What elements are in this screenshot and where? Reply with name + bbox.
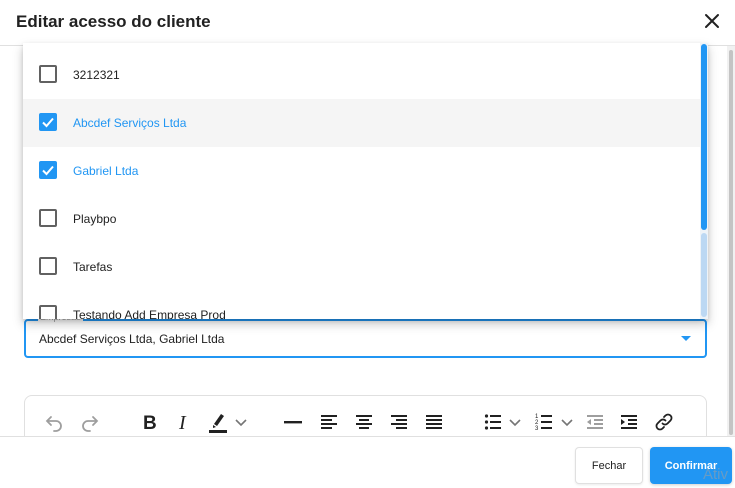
italic-icon[interactable]: I bbox=[172, 411, 194, 433]
bold-icon[interactable]: B bbox=[138, 411, 160, 433]
horizontal-rule-icon[interactable] bbox=[282, 411, 304, 433]
align-left-button[interactable] bbox=[317, 410, 341, 434]
dialog-scrollbar[interactable] bbox=[727, 46, 735, 436]
link-icon[interactable] bbox=[653, 411, 675, 433]
companies-select[interactable]: Abcdef Serviços Ltda, Gabriel Ltda bbox=[24, 319, 707, 358]
list-item[interactable]: Testando Add Empresa Prod bbox=[23, 291, 700, 319]
option-label: 3212321 bbox=[73, 68, 120, 82]
undo-icon[interactable] bbox=[43, 411, 65, 433]
option-label: Gabriel Ltda bbox=[73, 164, 139, 178]
align-right-button[interactable] bbox=[387, 410, 411, 434]
list-item[interactable]: 3212321 bbox=[23, 51, 700, 99]
option-label: Playbpo bbox=[73, 212, 117, 226]
align-center-icon[interactable] bbox=[354, 412, 374, 432]
redo-button[interactable] bbox=[77, 410, 103, 434]
indent-button[interactable] bbox=[617, 410, 641, 434]
close-button[interactable] bbox=[701, 10, 723, 32]
list-item[interactable]: Gabriel Ltda bbox=[23, 147, 700, 195]
dialog-scrollbar-thumb[interactable] bbox=[729, 50, 733, 435]
check-icon bbox=[42, 165, 54, 176]
highlight-icon[interactable] bbox=[206, 410, 230, 434]
svg-text:B: B bbox=[143, 413, 157, 433]
checkbox[interactable] bbox=[39, 257, 57, 275]
highlight-button[interactable] bbox=[205, 410, 231, 434]
option-label: Testando Add Empresa Prod bbox=[73, 308, 226, 319]
dropdown-scrollbar[interactable] bbox=[700, 43, 708, 319]
italic-button[interactable]: I bbox=[172, 410, 194, 434]
align-center-button[interactable] bbox=[352, 410, 376, 434]
outdent-icon[interactable] bbox=[585, 412, 605, 432]
indent-icon[interactable] bbox=[619, 412, 639, 432]
align-justify-button[interactable] bbox=[422, 410, 446, 434]
align-left-icon[interactable] bbox=[319, 412, 339, 432]
dialog-footer: Fechar Confirmar bbox=[0, 436, 735, 488]
chevron-down-icon[interactable] bbox=[681, 336, 691, 341]
undo-button[interactable] bbox=[41, 410, 67, 434]
checkbox-checked[interactable] bbox=[39, 161, 57, 179]
list-item[interactable]: Abcdef Serviços Ltda bbox=[23, 99, 700, 147]
ordered-list-button[interactable]: 123 bbox=[532, 410, 556, 434]
close-icon[interactable] bbox=[701, 10, 723, 32]
checkbox-checked[interactable] bbox=[39, 113, 57, 131]
horizontal-rule-button[interactable] bbox=[281, 410, 305, 434]
option-label: Abcdef Serviços Ltda bbox=[73, 116, 187, 130]
close-dialog-button[interactable]: Fechar bbox=[575, 447, 643, 484]
svg-text:I: I bbox=[178, 412, 187, 433]
svg-text:3: 3 bbox=[535, 426, 539, 432]
dialog-header: Editar acesso do cliente bbox=[0, 0, 735, 46]
chevron-down-icon[interactable] bbox=[234, 415, 248, 429]
select-value: Abcdef Serviços Ltda, Gabriel Ltda bbox=[39, 332, 225, 346]
align-justify-icon[interactable] bbox=[424, 412, 444, 432]
dropdown-scrollbar-thumb[interactable] bbox=[701, 44, 707, 230]
bullet-list-dropdown[interactable] bbox=[507, 410, 523, 434]
chevron-down-icon[interactable] bbox=[508, 415, 522, 429]
dropdown-scrollbar-track-end bbox=[701, 233, 707, 317]
companies-dropdown: 3212321 Abcdef Serviços Ltda Gabriel Ltd… bbox=[23, 43, 708, 319]
align-right-icon[interactable] bbox=[389, 412, 409, 432]
redo-icon[interactable] bbox=[79, 411, 101, 433]
link-button[interactable] bbox=[652, 410, 676, 434]
checkbox[interactable] bbox=[39, 209, 57, 227]
dialog-title: Editar acesso do cliente bbox=[16, 12, 211, 31]
check-icon bbox=[42, 117, 54, 128]
bold-button[interactable]: B bbox=[137, 410, 161, 434]
outdent-button[interactable] bbox=[583, 410, 607, 434]
checkbox[interactable] bbox=[39, 305, 57, 319]
option-label: Tarefas bbox=[73, 260, 113, 274]
chevron-down-icon[interactable] bbox=[560, 415, 574, 429]
list-item[interactable]: Tarefas bbox=[23, 243, 700, 291]
list-item[interactable]: Playbpo bbox=[23, 195, 700, 243]
bullet-list-icon[interactable] bbox=[483, 412, 503, 432]
ordered-list-icon[interactable]: 123 bbox=[534, 412, 554, 432]
highlight-dropdown[interactable] bbox=[233, 410, 249, 434]
bullet-list-button[interactable] bbox=[481, 410, 505, 434]
checkbox[interactable] bbox=[39, 65, 57, 83]
activation-watermark: Ativ bbox=[703, 466, 729, 483]
ordered-list-dropdown[interactable] bbox=[559, 410, 575, 434]
